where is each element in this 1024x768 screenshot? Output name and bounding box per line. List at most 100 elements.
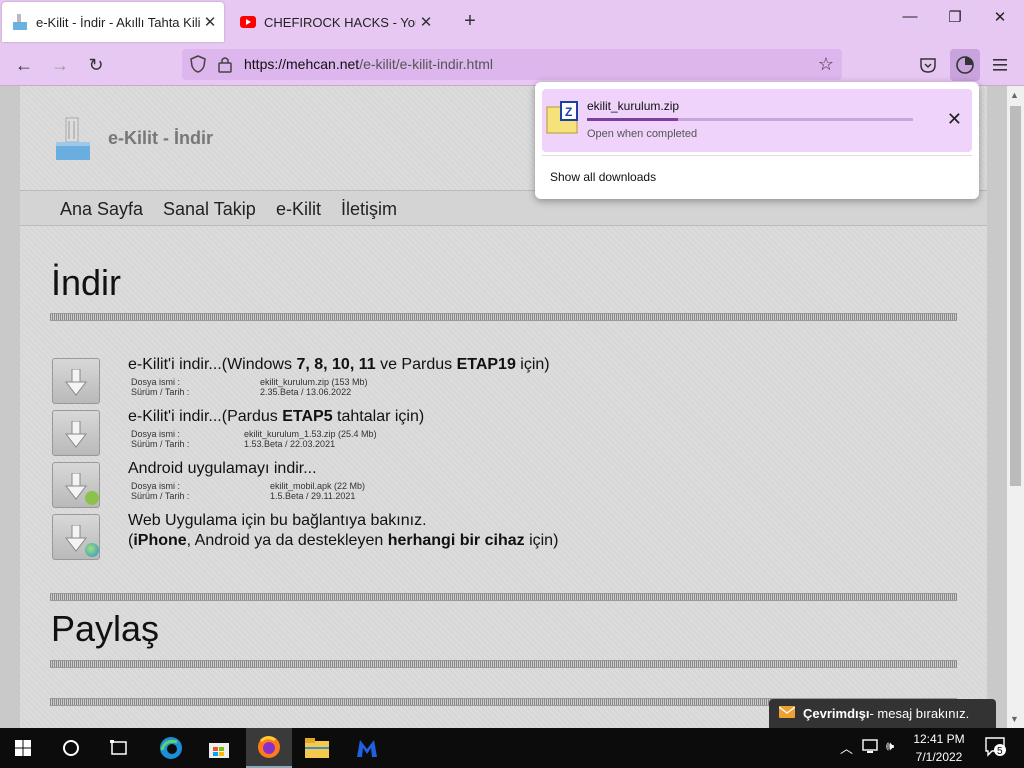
download-arrow-icon [65, 525, 87, 552]
download-row-windows: e-Kilit'i indir...(Windows 7, 8, 10, 11 … [52, 356, 952, 406]
menu-item-sanal-takip[interactable]: Sanal Takip [163, 199, 256, 220]
download-button-windows[interactable] [52, 358, 100, 404]
file-value: ekilit_kurulum_1.53.zip (25.4 Mb) [244, 429, 377, 439]
title-text: tahtalar için) [332, 408, 425, 425]
file-explorer-icon[interactable] [294, 728, 340, 768]
close-window-button[interactable]: ✕ [985, 8, 1015, 26]
download-arrow-icon [65, 473, 87, 500]
e-kilit-logo-icon [54, 116, 92, 162]
store-icon[interactable] [196, 728, 242, 768]
volume-icon[interactable]: 🕪 [886, 738, 894, 754]
page-scrollbar[interactable]: ▲ ▼ [1007, 86, 1024, 728]
lock-icon[interactable] [218, 55, 232, 78]
file-meta: Dosya ismi : ekilit_kurulum.zip (153 Mb) [131, 377, 368, 387]
version-meta: Sürüm / Tarih : 1.5.Beta / 29.11.2021 [131, 491, 355, 501]
section-divider [50, 313, 957, 321]
network-icon[interactable] [862, 738, 880, 757]
download-button-pardus[interactable] [52, 410, 100, 456]
version-value: 1.5.Beta / 29.11.2021 [270, 491, 356, 501]
search-icon[interactable] [48, 728, 94, 768]
tab-title: e-Kilit - İndir - Akıllı Tahta Kilit P [36, 14, 200, 30]
download-file-name: ekilit_kurulum.zip [587, 99, 680, 113]
version-value: 2.35.Beta / 13.06.2022 [260, 387, 352, 397]
tray-overflow-icon[interactable]: ︿ [840, 738, 853, 757]
scroll-up-icon[interactable]: ▲ [1010, 90, 1019, 100]
back-button[interactable]: ← [11, 53, 37, 77]
task-view-icon[interactable] [96, 728, 142, 768]
url-bar[interactable]: https://mehcan.net/e-kilit/e-kilit-indir… [182, 49, 842, 80]
url-text: https://mehcan.net/e-kilit/e-kilit-indir… [244, 56, 493, 72]
download-arrow-icon [65, 421, 87, 448]
forward-button[interactable]: → [47, 53, 73, 77]
malwarebytes-icon[interactable] [344, 728, 390, 768]
bookmark-star-icon[interactable]: ☆ [818, 54, 834, 75]
globe-icon [85, 543, 99, 557]
system-clock[interactable]: 12:41 PM 7/1/2022 [906, 730, 972, 766]
browser-tab-bar: e-Kilit - İndir - Akıllı Tahta Kilit P ✕… [0, 0, 1024, 44]
pocket-icon[interactable] [914, 51, 942, 79]
new-tab-button[interactable]: + [458, 10, 482, 33]
tab-close-icon[interactable]: ✕ [416, 13, 436, 31]
svg-text:Z: Z [565, 105, 572, 119]
web-link-title[interactable]: Web Uygulama için bu bağlantıya bakınız. [128, 512, 427, 530]
chat-message: - mesaj bırakınız. [869, 706, 970, 721]
scrollbar-thumb[interactable] [1010, 106, 1021, 486]
title-bold: ETAP5 [282, 408, 333, 425]
android-icon [85, 491, 99, 505]
show-all-downloads-button[interactable]: Show all downloads [550, 170, 656, 184]
download-button-web[interactable] [52, 514, 100, 560]
menu-item-e-kilit[interactable]: e-Kilit [276, 199, 321, 220]
notification-count: 5 [997, 746, 1003, 757]
scroll-down-icon[interactable]: ▼ [1010, 714, 1019, 724]
menu-item-ana-sayfa[interactable]: Ana Sayfa [60, 199, 143, 220]
version-meta: Sürüm / Tarih : 2.35.Beta / 13.06.2022 [131, 387, 351, 397]
download-title[interactable]: e-Kilit'i indir...(Pardus ETAP5 tahtalar… [128, 408, 424, 426]
title-text: için) [515, 356, 550, 373]
windows-taskbar: ︿ 🕪 12:41 PM 7/1/2022 5 [0, 728, 1024, 768]
title-bold: ETAP19 [456, 356, 516, 373]
cancel-download-icon[interactable]: ✕ [947, 109, 962, 130]
windows-start-icon[interactable] [0, 728, 46, 768]
section-divider [50, 593, 957, 601]
download-title[interactable]: Android uygulamayı indir... [128, 460, 317, 478]
version-value: 1.53.Beta / 22.03.2021 [244, 439, 336, 449]
navigation-toolbar: ← → ↻ https://mehcan.net/e-kilit/e-kilit… [0, 44, 1024, 86]
edge-icon[interactable] [148, 728, 194, 768]
firefox-icon[interactable] [246, 728, 292, 768]
notifications-icon[interactable]: 5 [984, 736, 1008, 761]
downloads-button[interactable] [950, 49, 980, 81]
panel-divider [542, 155, 972, 156]
url-host: https://mehcan.net [244, 56, 360, 72]
download-status: Open when completed [587, 128, 698, 140]
download-item[interactable]: Z ekilit_kurulum.zip Open when completed… [542, 89, 972, 152]
tab-e-kilit[interactable]: e-Kilit - İndir - Akıllı Tahta Kilit P ✕ [2, 2, 224, 42]
title-text: e-Kilit'i indir...(Pardus [128, 408, 283, 425]
section-title-paylas: Paylaş [51, 608, 160, 649]
reload-button[interactable]: ↻ [83, 53, 109, 77]
download-title[interactable]: e-Kilit'i indir...(Windows 7, 8, 10, 11 … [128, 356, 550, 374]
tab-close-icon[interactable]: ✕ [200, 13, 220, 31]
download-progress-bar [587, 118, 913, 121]
download-button-android[interactable] [52, 462, 100, 508]
version-label: Sürüm / Tarih : [131, 439, 190, 449]
file-value: ekilit_mobil.apk (22 Mb) [270, 481, 366, 491]
shield-icon[interactable] [190, 55, 206, 78]
title-bold: herhangi bir cihaz [387, 532, 525, 549]
title-text: için) [524, 532, 559, 549]
version-label: Sürüm / Tarih : [131, 387, 190, 397]
menu-item-iletisim[interactable]: İletişim [341, 199, 397, 220]
title-text: , Android ya da destekleyen [186, 532, 388, 549]
chat-status: Çevrimdışı [803, 706, 870, 721]
site-favicon-icon [12, 14, 28, 30]
title-text: e-Kilit'i indir...(Windows [128, 356, 297, 373]
section-title-indir: İndir [51, 262, 122, 303]
file-label: Dosya ismi : [131, 429, 181, 439]
chat-widget[interactable]: Çevrimdışı - mesaj bırakınız. [769, 699, 996, 728]
minimize-button[interactable]: — [895, 8, 925, 25]
menu-hamburger-icon[interactable] [986, 51, 1014, 79]
title-text: ve Pardus [375, 356, 457, 373]
file-label: Dosya ismi : [131, 481, 181, 491]
tab-youtube[interactable]: CHEFIROCK HACKS - YouTube ✕ [230, 2, 440, 42]
version-meta: Sürüm / Tarih : 1.53.Beta / 22.03.2021 [131, 439, 335, 449]
maximize-button[interactable]: ❐ [940, 8, 970, 26]
